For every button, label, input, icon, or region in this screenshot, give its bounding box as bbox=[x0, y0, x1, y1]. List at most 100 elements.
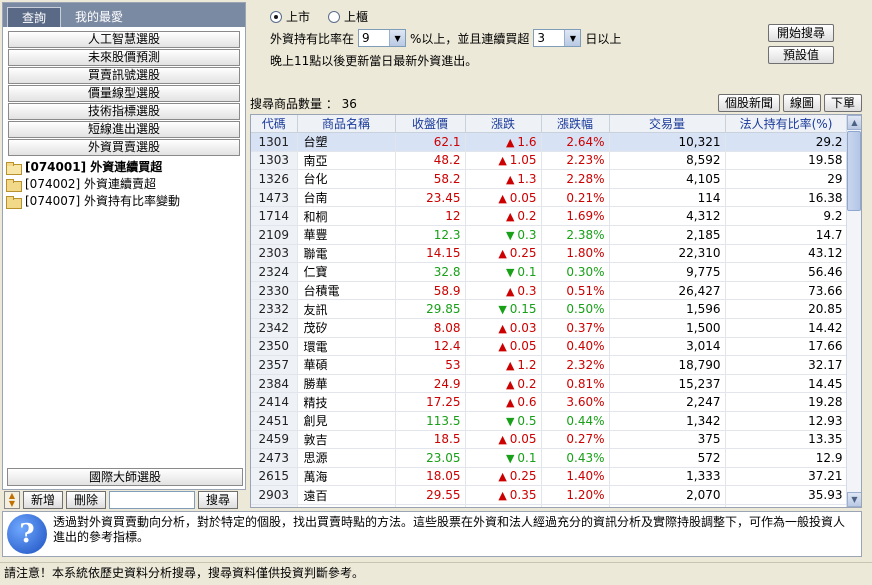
scroll-up-icon[interactable]: ▲ bbox=[847, 115, 861, 130]
table-row[interactable]: 2109 華豐 12.3 ▼ 0.3 2.38% 2,185 14.7 bbox=[251, 225, 848, 245]
ratio-select[interactable]: 9 ▼ bbox=[358, 29, 407, 47]
tree-item-074001[interactable]: [074001] 外資連續買超 bbox=[5, 159, 245, 176]
category-short-term[interactable]: 短線進出選股 bbox=[8, 121, 240, 138]
radio-label: 上市 bbox=[286, 10, 311, 24]
international-master-button[interactable]: 國際大師選股 bbox=[7, 468, 243, 486]
cell-volume: 3,014 bbox=[609, 337, 726, 357]
cell-name: 遠百 bbox=[297, 485, 396, 505]
cell-code: 2459 bbox=[251, 430, 298, 450]
cell-volume: 2,247 bbox=[609, 392, 726, 412]
cell-volume: 4,105 bbox=[609, 169, 726, 189]
spin-updown-icon[interactable]: ▲ ▼ bbox=[4, 491, 20, 509]
tree-item-label: 外資連續賣超 bbox=[84, 177, 157, 191]
table-row[interactable]: 2324 仁寶 32.8 ▼ 0.1 0.30% 9,775 56.46 bbox=[251, 262, 848, 282]
col-change[interactable]: 漲跌 bbox=[465, 115, 542, 133]
category-technical[interactable]: 技術指標選股 bbox=[8, 103, 240, 120]
days-select[interactable]: 3 ▼ bbox=[533, 29, 582, 47]
table-row[interactable]: 2342 茂矽 8.08 ▲ 0.03 0.37% 1,500 14.42 bbox=[251, 318, 848, 338]
table-row[interactable]: 1473 台南 23.45 ▲ 0.05 0.21% 114 16.38 bbox=[251, 188, 848, 208]
table-row[interactable]: 3009奇美電18.3▲0.150.83%10,77114.93 bbox=[251, 504, 848, 507]
table-row[interactable]: 2903 遠百 29.55 ▲ 0.35 1.20% 2,070 35.93 bbox=[251, 485, 848, 505]
table-row[interactable]: 2384 勝華 24.9 ▲ 0.2 0.81% 15,237 14.45 bbox=[251, 374, 848, 394]
tree-item-074002[interactable]: [074002] 外資連續賣超 bbox=[5, 176, 245, 193]
change-value: 0.5 bbox=[517, 413, 537, 428]
cell-name: 萬海 bbox=[297, 467, 396, 487]
cell-code: 2324 bbox=[251, 262, 298, 282]
category-price-forecast[interactable]: 未來股價預測 bbox=[8, 49, 240, 66]
category-ai[interactable]: 人工智慧選股 bbox=[8, 31, 240, 48]
category-signal[interactable]: 買賣訊號選股 bbox=[8, 67, 240, 84]
delete-button[interactable]: 刪除 bbox=[66, 491, 107, 509]
search-input[interactable] bbox=[109, 491, 196, 509]
col-price[interactable]: 收盤價 bbox=[395, 115, 466, 133]
triangle-up-icon: ▲ bbox=[505, 358, 515, 372]
vertical-scrollbar[interactable]: ▲ ▼ bbox=[846, 115, 861, 507]
cell-change-pct: 1.80% bbox=[541, 244, 610, 264]
col-volume[interactable]: 交易量 bbox=[609, 115, 726, 133]
table-row[interactable]: 2332 友訊 29.85 ▼ 0.15 0.50% 1,596 20.85 bbox=[251, 299, 848, 319]
category-foreign[interactable]: 外資買賣選股 bbox=[8, 139, 240, 156]
col-ratio[interactable]: 法人持有比率(%) bbox=[725, 115, 848, 133]
col-name[interactable]: 商品名稱 bbox=[297, 115, 396, 133]
table-row[interactable]: 2615 萬海 18.05 ▲ 0.25 1.40% 1,333 37.21 bbox=[251, 467, 848, 487]
table-row[interactable]: 1301 台塑 62.1 ▲ 1.6 2.64% 10,321 29.2 bbox=[251, 132, 848, 152]
cell-change: ▼ 0.1 bbox=[465, 262, 542, 282]
stock-news-button[interactable]: 個股新聞 bbox=[717, 94, 780, 112]
table-row[interactable]: 2473 思源 23.05 ▼ 0.1 0.43% 572 12.9 bbox=[251, 448, 848, 468]
table-row[interactable]: 2357 華碩 53 ▲ 1.2 2.32% 18,790 32.17 bbox=[251, 355, 848, 375]
table-row[interactable]: 2459 敦吉 18.5 ▲ 0.05 0.27% 375 13.35 bbox=[251, 430, 848, 450]
cell-change-pct: 0.50% bbox=[541, 299, 610, 319]
chart-button[interactable]: 線圖 bbox=[782, 94, 821, 112]
table-row[interactable]: 1303 南亞 48.2 ▲ 1.05 2.23% 8,592 19.58 bbox=[251, 151, 848, 171]
cell-change: ▲ 0.05 bbox=[465, 430, 542, 450]
radio-otc[interactable]: 上櫃 bbox=[328, 8, 368, 25]
order-button[interactable]: 下單 bbox=[823, 94, 862, 112]
cell-ratio: 17.66 bbox=[725, 337, 848, 357]
category-price-volume[interactable]: 價量線型選股 bbox=[8, 85, 240, 102]
search-button[interactable]: 搜尋 bbox=[198, 491, 239, 509]
tab-query[interactable]: 查詢 bbox=[7, 7, 62, 27]
cell-ratio: 14.93 bbox=[725, 504, 848, 507]
dropdown-arrow-icon[interactable]: ▼ bbox=[389, 30, 406, 46]
table-row[interactable]: 1326 台化 58.2 ▲ 1.3 2.28% 4,105 29 bbox=[251, 169, 848, 189]
cell-ratio: 12.93 bbox=[725, 411, 848, 431]
cell-ratio: 9.2 bbox=[725, 206, 848, 226]
start-search-button[interactable]: 開始搜尋 bbox=[768, 24, 834, 42]
change-value: 0.2 bbox=[517, 376, 537, 391]
table-row[interactable]: 2350 環電 12.4 ▲ 0.05 0.40% 3,014 17.66 bbox=[251, 337, 848, 357]
dropdown-arrow-icon[interactable]: ▼ bbox=[564, 30, 581, 46]
tab-favorites[interactable]: 我的最愛 bbox=[61, 7, 137, 27]
cell-price: 113.5 bbox=[395, 411, 466, 431]
table-row[interactable]: 2303 聯電 14.15 ▲ 0.25 1.80% 22,310 43.12 bbox=[251, 244, 848, 264]
cell-name: 勝華 bbox=[297, 374, 396, 394]
col-code[interactable]: 代碼 bbox=[251, 115, 298, 133]
cell-volume: 375 bbox=[609, 430, 726, 450]
default-value-button[interactable]: 預設值 bbox=[768, 46, 834, 64]
cell-price: 62.1 bbox=[395, 132, 466, 152]
cell-name: 華碩 bbox=[297, 355, 396, 375]
col-change-pct[interactable]: 漲跌幅 bbox=[541, 115, 610, 133]
cell-change: ▲ 0.25 bbox=[465, 467, 542, 487]
scroll-down-icon[interactable]: ▼ bbox=[847, 492, 861, 507]
cond-prefix: 外資持有比率在 bbox=[270, 31, 355, 46]
cell-name: 精技 bbox=[297, 392, 396, 412]
tree-item-074007[interactable]: [074007] 外資持有比率變動 bbox=[5, 193, 245, 210]
table-row[interactable]: 2330 台積電 58.9 ▲ 0.3 0.51% 26,427 73.66 bbox=[251, 281, 848, 301]
cell-volume: 15,237 bbox=[609, 374, 726, 394]
left-tabs: 查詢 我的最愛 bbox=[3, 3, 245, 27]
info-text: 透過對外資買賣動向分析，對於特定的個股，找出買賣時點的方法。這些股票在外資和法人… bbox=[53, 515, 846, 544]
cell-change: ▼ 0.15 bbox=[465, 299, 542, 319]
scroll-thumb[interactable] bbox=[847, 131, 861, 211]
cell-volume: 1,500 bbox=[609, 318, 726, 338]
cell-change-pct: 0.43% bbox=[541, 448, 610, 468]
cell-ratio: 19.28 bbox=[725, 392, 848, 412]
table-row[interactable]: 2414 精技 17.25 ▲ 0.6 3.60% 2,247 19.28 bbox=[251, 392, 848, 412]
cell-name: 環電 bbox=[297, 337, 396, 357]
add-button[interactable]: 新增 bbox=[23, 491, 64, 509]
radio-listed[interactable]: 上市 bbox=[270, 8, 310, 25]
table-row[interactable]: 2451 創見 113.5 ▼ 0.5 0.44% 1,342 12.93 bbox=[251, 411, 848, 431]
table-row[interactable]: 1714 和桐 12 ▲ 0.2 1.69% 4,312 9.2 bbox=[251, 206, 848, 226]
cell-change-pct: 1.69% bbox=[541, 206, 610, 226]
triangle-down-icon: ▼ bbox=[505, 228, 515, 242]
cell-change-pct: 2.23% bbox=[541, 151, 610, 171]
